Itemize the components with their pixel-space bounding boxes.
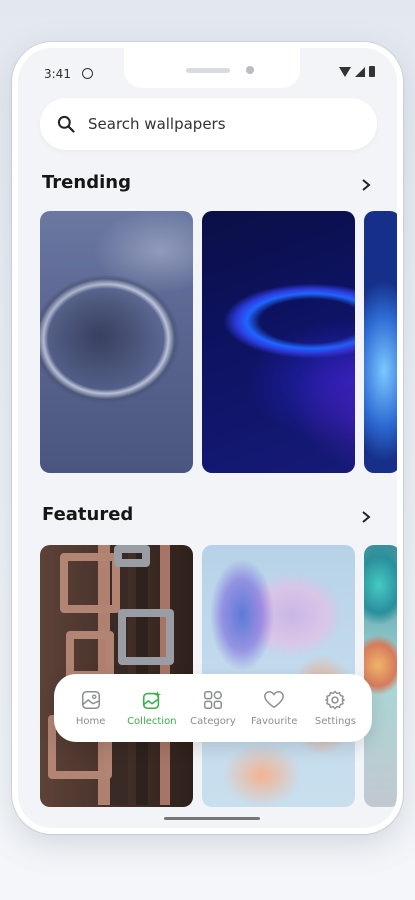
- square-decoration: [60, 553, 120, 613]
- gear-icon: [325, 690, 346, 710]
- nav-collection-label: Collection: [127, 716, 177, 727]
- nav-category[interactable]: Category: [182, 689, 243, 727]
- nav-settings-label: Settings: [314, 716, 356, 727]
- search-bar[interactable]: Search wallpapers: [40, 98, 377, 150]
- nav-category-label: Category: [190, 716, 236, 727]
- trending-wallpaper-card[interactable]: [364, 211, 397, 473]
- bottom-navigation: Home Collection Category Favourite Setti…: [54, 674, 372, 742]
- collection-image-icon: [142, 690, 161, 710]
- trending-carousel[interactable]: [40, 211, 397, 473]
- speaker-icon: [186, 68, 230, 73]
- nav-favourite-label: Favourite: [251, 716, 298, 727]
- wifi-icon: [339, 66, 351, 77]
- square-decoration: [114, 545, 150, 567]
- nav-home[interactable]: Home: [60, 689, 121, 727]
- square-decoration: [66, 631, 114, 679]
- nav-home-label: Home: [75, 716, 106, 727]
- trending-wallpaper-card[interactable]: [40, 211, 193, 473]
- camera-notch: [124, 48, 300, 88]
- home-indicator[interactable]: [164, 817, 260, 820]
- search-icon: [57, 115, 75, 133]
- nav-settings[interactable]: Settings: [305, 689, 366, 727]
- heart-icon: [264, 691, 285, 709]
- featured-chevron-right-icon[interactable]: [359, 510, 373, 524]
- status-time: 3:41: [44, 67, 71, 81]
- nav-collection[interactable]: Collection: [121, 689, 182, 727]
- square-decoration: [118, 609, 174, 665]
- trending-chevron-right-icon[interactable]: [359, 178, 373, 192]
- home-image-icon: [81, 691, 100, 709]
- trending-wallpaper-card[interactable]: [202, 211, 355, 473]
- nav-favourite[interactable]: Favourite: [244, 689, 305, 727]
- phone-frame: 3:41 Search wallpapers Trending Featured: [12, 42, 403, 834]
- status-bar: 3:41: [18, 48, 397, 88]
- alarm-icon: [82, 68, 93, 79]
- featured-wallpaper-card[interactable]: [364, 545, 397, 807]
- camera-icon: [246, 66, 254, 74]
- signal-icon: [355, 66, 365, 77]
- category-grid-icon: [204, 691, 222, 709]
- battery-icon: [369, 66, 375, 77]
- search-placeholder: Search wallpapers: [88, 115, 226, 133]
- trending-title: Trending: [42, 172, 131, 193]
- featured-title: Featured: [42, 504, 134, 525]
- status-icons: [339, 66, 375, 77]
